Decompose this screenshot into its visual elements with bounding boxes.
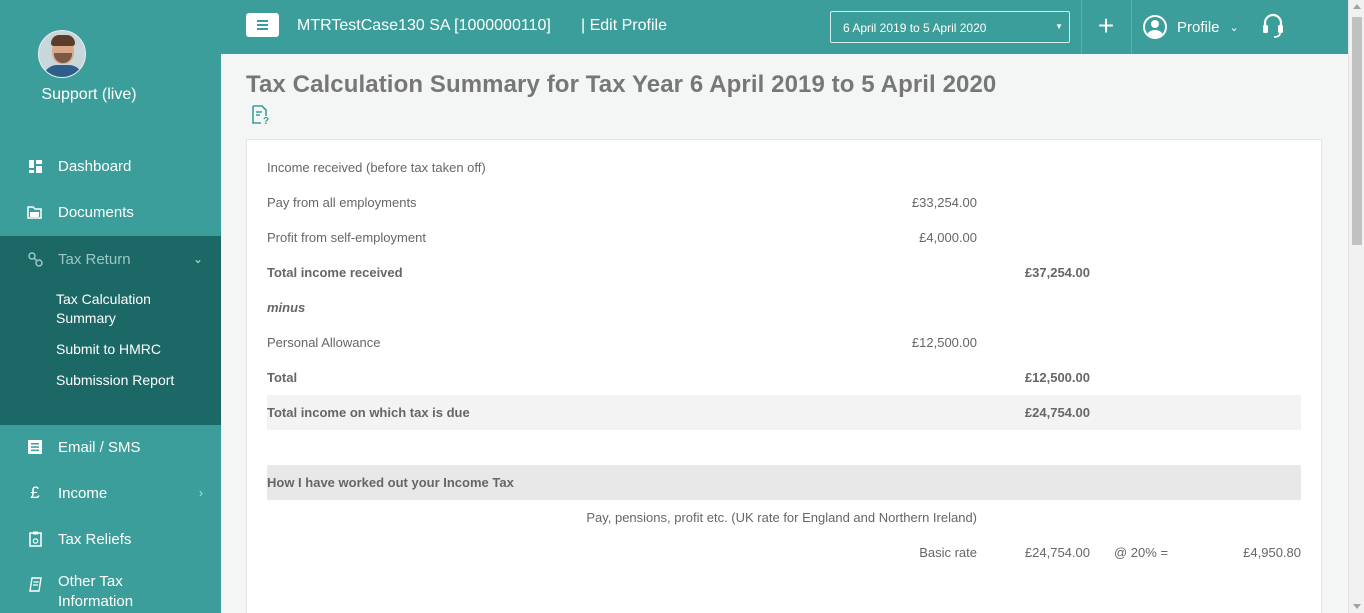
tax-year-select[interactable]: 6 April 2019 to 5 April 2020 ▼	[830, 11, 1070, 43]
sidebar-item-tax-reliefs[interactable]: Tax Reliefs	[0, 516, 221, 562]
clipboard-icon	[27, 531, 43, 547]
sidebar-item-income[interactable]: £ Income ›	[0, 470, 221, 516]
divider	[1131, 0, 1132, 54]
chevron-down-icon: ⌄	[192, 252, 203, 266]
list-icon	[27, 439, 43, 455]
sidebar-subitem-submission-report[interactable]: Submission Report	[56, 371, 206, 390]
edit-profile-link[interactable]: | Edit Profile	[581, 17, 667, 35]
table-row: Pay, pensions, profit etc. (UK rate for …	[586, 510, 977, 525]
page-scrollbar[interactable]	[1348, 0, 1364, 613]
table-row: Personal Allowance £12,500.00	[267, 335, 977, 350]
user-icon	[1143, 15, 1167, 39]
page-title: Tax Calculation Summary for Tax Year 6 A…	[246, 71, 997, 98]
chevron-right-icon: ›	[199, 486, 203, 500]
table-row: Total income received £37,254.00	[267, 265, 1090, 280]
sidebar-item-label: Income	[58, 484, 108, 502]
sidebar-item-other-tax[interactable]: Other Tax Information	[0, 572, 221, 613]
sidebar-item-label: Tax Reliefs	[58, 530, 132, 548]
table-row: Total income on which tax is due £24,754…	[267, 395, 1301, 430]
sidebar-item-dashboard[interactable]: Dashboard	[0, 143, 221, 189]
topbar: MTRTestCase130 SA [1000000110] | Edit Pr…	[221, 0, 1348, 54]
section-heading: How I have worked out your Income Tax	[267, 465, 1301, 500]
add-button[interactable]: +	[1095, 11, 1117, 41]
pound-icon: £	[30, 483, 40, 502]
headset-icon[interactable]	[1262, 13, 1284, 39]
svg-text:?: ?	[263, 116, 269, 125]
menu-toggle-button[interactable]	[246, 13, 279, 37]
profile-label: Profile	[1177, 18, 1220, 36]
profile-menu[interactable]: Profile ⌄	[1143, 12, 1239, 42]
sidebar-item-tax-return[interactable]: Tax Return ⌄	[0, 236, 221, 282]
scroll-up-arrow[interactable]	[1353, 4, 1361, 9]
sidebar-item-documents[interactable]: Documents	[0, 189, 221, 235]
table-row: Total £12,500.00	[267, 370, 1090, 385]
table-row: Profit from self-employment £4,000.00	[267, 230, 977, 245]
sidebar-item-label: Tax Return	[58, 250, 131, 268]
folder-icon	[27, 204, 43, 220]
avatar[interactable]	[38, 30, 86, 78]
tax-year-value: 6 April 2019 to 5 April 2020	[843, 21, 987, 35]
table-row: Basic rate £24,754.00 @ 20% = £4,950.80	[919, 545, 1301, 560]
scroll-thumb[interactable]	[1352, 17, 1362, 245]
table-row: minus	[267, 300, 306, 315]
sidebar-item-label: Other Tax Information	[58, 573, 134, 610]
divider	[1081, 0, 1082, 54]
hamburger-icon	[257, 20, 268, 22]
tax-summary-card: Income received (before tax taken off) P…	[246, 139, 1322, 613]
sidebar: Support (live) Dashboard Documents Tax R…	[0, 0, 221, 613]
client-name: MTRTestCase130 SA [1000000110]	[297, 17, 551, 34]
scroll-down-arrow[interactable]	[1353, 604, 1361, 609]
sidebar-item-label: Dashboard	[58, 157, 132, 175]
tax-return-section: Tax Return ⌄ Tax Calculation Summary Sub…	[0, 236, 221, 425]
sidebar-item-label: Documents	[58, 203, 134, 221]
chevron-down-icon: ⌄	[1229, 21, 1239, 34]
sidebar-item-email-sms[interactable]: Email / SMS	[0, 424, 221, 470]
tax-return-icon	[27, 251, 43, 267]
document-help-icon[interactable]: ?	[251, 105, 271, 127]
sidebar-item-label: Email / SMS	[58, 438, 141, 456]
table-row: Income received (before tax taken off)	[267, 160, 486, 175]
table-row: Pay from all employments £33,254.00	[267, 195, 977, 210]
user-name: Support (live)	[41, 86, 137, 103]
caret-down-icon: ▼	[1055, 22, 1063, 31]
sidebar-subitem-submit-hmrc[interactable]: Submit to HMRC	[56, 340, 206, 359]
sidebar-subitem-tax-calc-summary[interactable]: Tax Calculation Summary	[56, 290, 206, 328]
dashboard-icon	[27, 158, 43, 174]
